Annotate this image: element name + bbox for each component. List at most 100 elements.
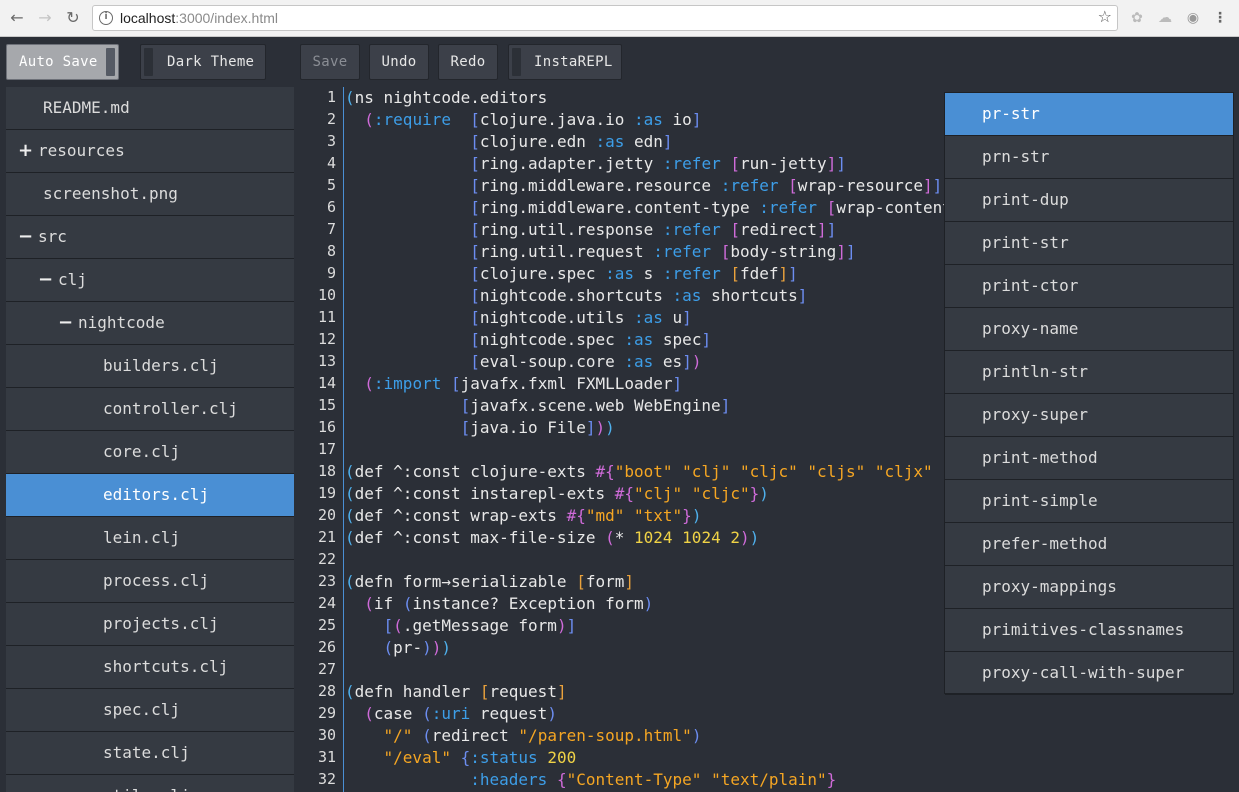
autocomplete-item[interactable]: print-dup	[945, 179, 1233, 222]
menu-dots-icon[interactable]: ⋮	[1211, 9, 1229, 27]
code-token: )	[643, 594, 654, 613]
code-token: nightcode.spec	[479, 330, 625, 349]
code-token: [	[383, 616, 394, 635]
code-token: [	[470, 330, 480, 349]
line-number: 19	[317, 484, 336, 502]
reload-icon[interactable]: ↻	[62, 7, 84, 29]
url-text[interactable]: localhost:3000/index.html	[120, 10, 278, 26]
autocomplete-item[interactable]: proxy-call-with-super	[945, 652, 1233, 695]
auto-save-toggle[interactable]: Auto Save	[6, 44, 119, 80]
autocomplete-item[interactable]: primitives-classnames	[945, 609, 1233, 652]
code-token: ]	[817, 220, 827, 239]
tree-item[interactable]: projects.clj	[6, 603, 294, 646]
tree-item[interactable]: + resources	[6, 130, 294, 173]
code-token: ]	[836, 154, 846, 173]
line-number: 18	[317, 462, 336, 480]
tree-item[interactable]: process.clj	[6, 560, 294, 603]
info-icon[interactable]: i	[99, 11, 113, 25]
tree-item[interactable]: shortcuts.clj	[6, 646, 294, 689]
tree-item[interactable]: editors.clj	[6, 474, 294, 517]
collapse-icon[interactable]: −	[18, 216, 33, 258]
autocomplete-item[interactable]: print-ctor	[945, 265, 1233, 308]
line-number: 31	[317, 748, 336, 766]
code-token: [	[826, 198, 837, 217]
address-bar[interactable]: i localhost:3000/index.html ☆	[92, 5, 1118, 31]
code-token: )	[759, 484, 769, 503]
autocomplete-item[interactable]: proxy-name	[945, 308, 1233, 351]
tree-item[interactable]: controller.clj	[6, 388, 294, 431]
tree-item[interactable]: spec.clj	[6, 689, 294, 732]
code-token: (	[364, 110, 374, 129]
code-token: ]	[691, 110, 702, 129]
code-line: (if (instance? Exception form)	[345, 594, 653, 613]
collapse-icon[interactable]: −	[38, 259, 53, 301]
tree-item[interactable]: screenshot.png	[6, 173, 294, 216]
code-token: [	[730, 264, 740, 283]
autocomplete-item[interactable]: prn-str	[945, 136, 1233, 179]
code-token: :as	[634, 110, 663, 129]
tree-item[interactable]: builders.clj	[6, 345, 294, 388]
line-number: 9	[326, 264, 336, 282]
code-token: def ^:const wrap-exts	[354, 506, 567, 525]
code-token: [	[479, 682, 490, 701]
dark-theme-toggle[interactable]: Dark Theme	[140, 44, 266, 80]
tree-item[interactable]: state.clj	[6, 732, 294, 775]
line-number: 25	[317, 616, 336, 634]
code-token: "text/plain"	[711, 770, 827, 789]
tree-item[interactable]: utils.clj	[6, 775, 294, 792]
code-token: request	[489, 682, 557, 701]
instarepl-toggle[interactable]: InstaREPL	[508, 44, 622, 80]
autocomplete-item[interactable]: proxy-super	[945, 394, 1233, 437]
tree-item-label: resources	[38, 141, 125, 160]
tree-item[interactable]: lein.clj	[6, 517, 294, 560]
tree-item[interactable]: − nightcode	[6, 302, 294, 345]
forward-arrow-icon[interactable]: →	[34, 7, 56, 29]
code-token: #{	[595, 462, 615, 481]
expand-icon[interactable]: +	[18, 130, 33, 172]
redo-button[interactable]: Redo	[438, 44, 498, 80]
undo-button[interactable]: Undo	[369, 44, 429, 80]
code-line: (pr-)))	[345, 638, 451, 657]
code-token: (	[605, 528, 615, 547]
autocomplete-item[interactable]: print-str	[945, 222, 1233, 265]
code-token: (	[402, 594, 413, 613]
save-button[interactable]: Save	[300, 44, 360, 80]
code-token: javafx.fxml FXMLLoader	[460, 374, 673, 393]
code-token: )	[691, 352, 702, 371]
autocomplete-item[interactable]: prefer-method	[945, 523, 1233, 566]
collapse-icon[interactable]: −	[58, 302, 73, 344]
autocomplete-item[interactable]: println-str	[945, 351, 1233, 394]
autocomplete-item[interactable]: print-method	[945, 437, 1233, 480]
cloud-icon[interactable]: ☁	[1156, 9, 1174, 27]
bookmark-star-icon[interactable]: ☆	[1098, 7, 1112, 26]
tree-item[interactable]: core.clj	[6, 431, 294, 474]
tree-item[interactable]: − clj	[6, 259, 294, 302]
code-line: "/" (redirect "/paren-soup.html")	[345, 726, 702, 745]
code-line: :headers {"Content-Type" "text/plain"}	[345, 770, 836, 789]
tree-item[interactable]: − src	[6, 216, 294, 259]
code-token: [	[720, 242, 731, 261]
line-number: 2	[326, 110, 336, 128]
code-token: (	[345, 682, 355, 701]
autocomplete-item[interactable]: print-simple	[945, 480, 1233, 523]
code-token: )	[441, 638, 451, 657]
code-token: (	[345, 528, 355, 547]
code-token: "cljc"	[739, 462, 798, 481]
camera-icon[interactable]: ◉	[1184, 9, 1202, 27]
autocomplete-item[interactable]: proxy-mappings	[945, 566, 1233, 609]
code-token: )	[691, 506, 702, 525]
autocomplete-item[interactable]: pr-str	[945, 93, 1233, 136]
code-token: 1024	[682, 528, 721, 547]
extension-icon[interactable]: ✿	[1128, 9, 1146, 27]
tree-item[interactable]: README.md	[6, 87, 294, 130]
code-token: (	[345, 506, 355, 525]
back-arrow-icon[interactable]: ←	[6, 7, 28, 29]
